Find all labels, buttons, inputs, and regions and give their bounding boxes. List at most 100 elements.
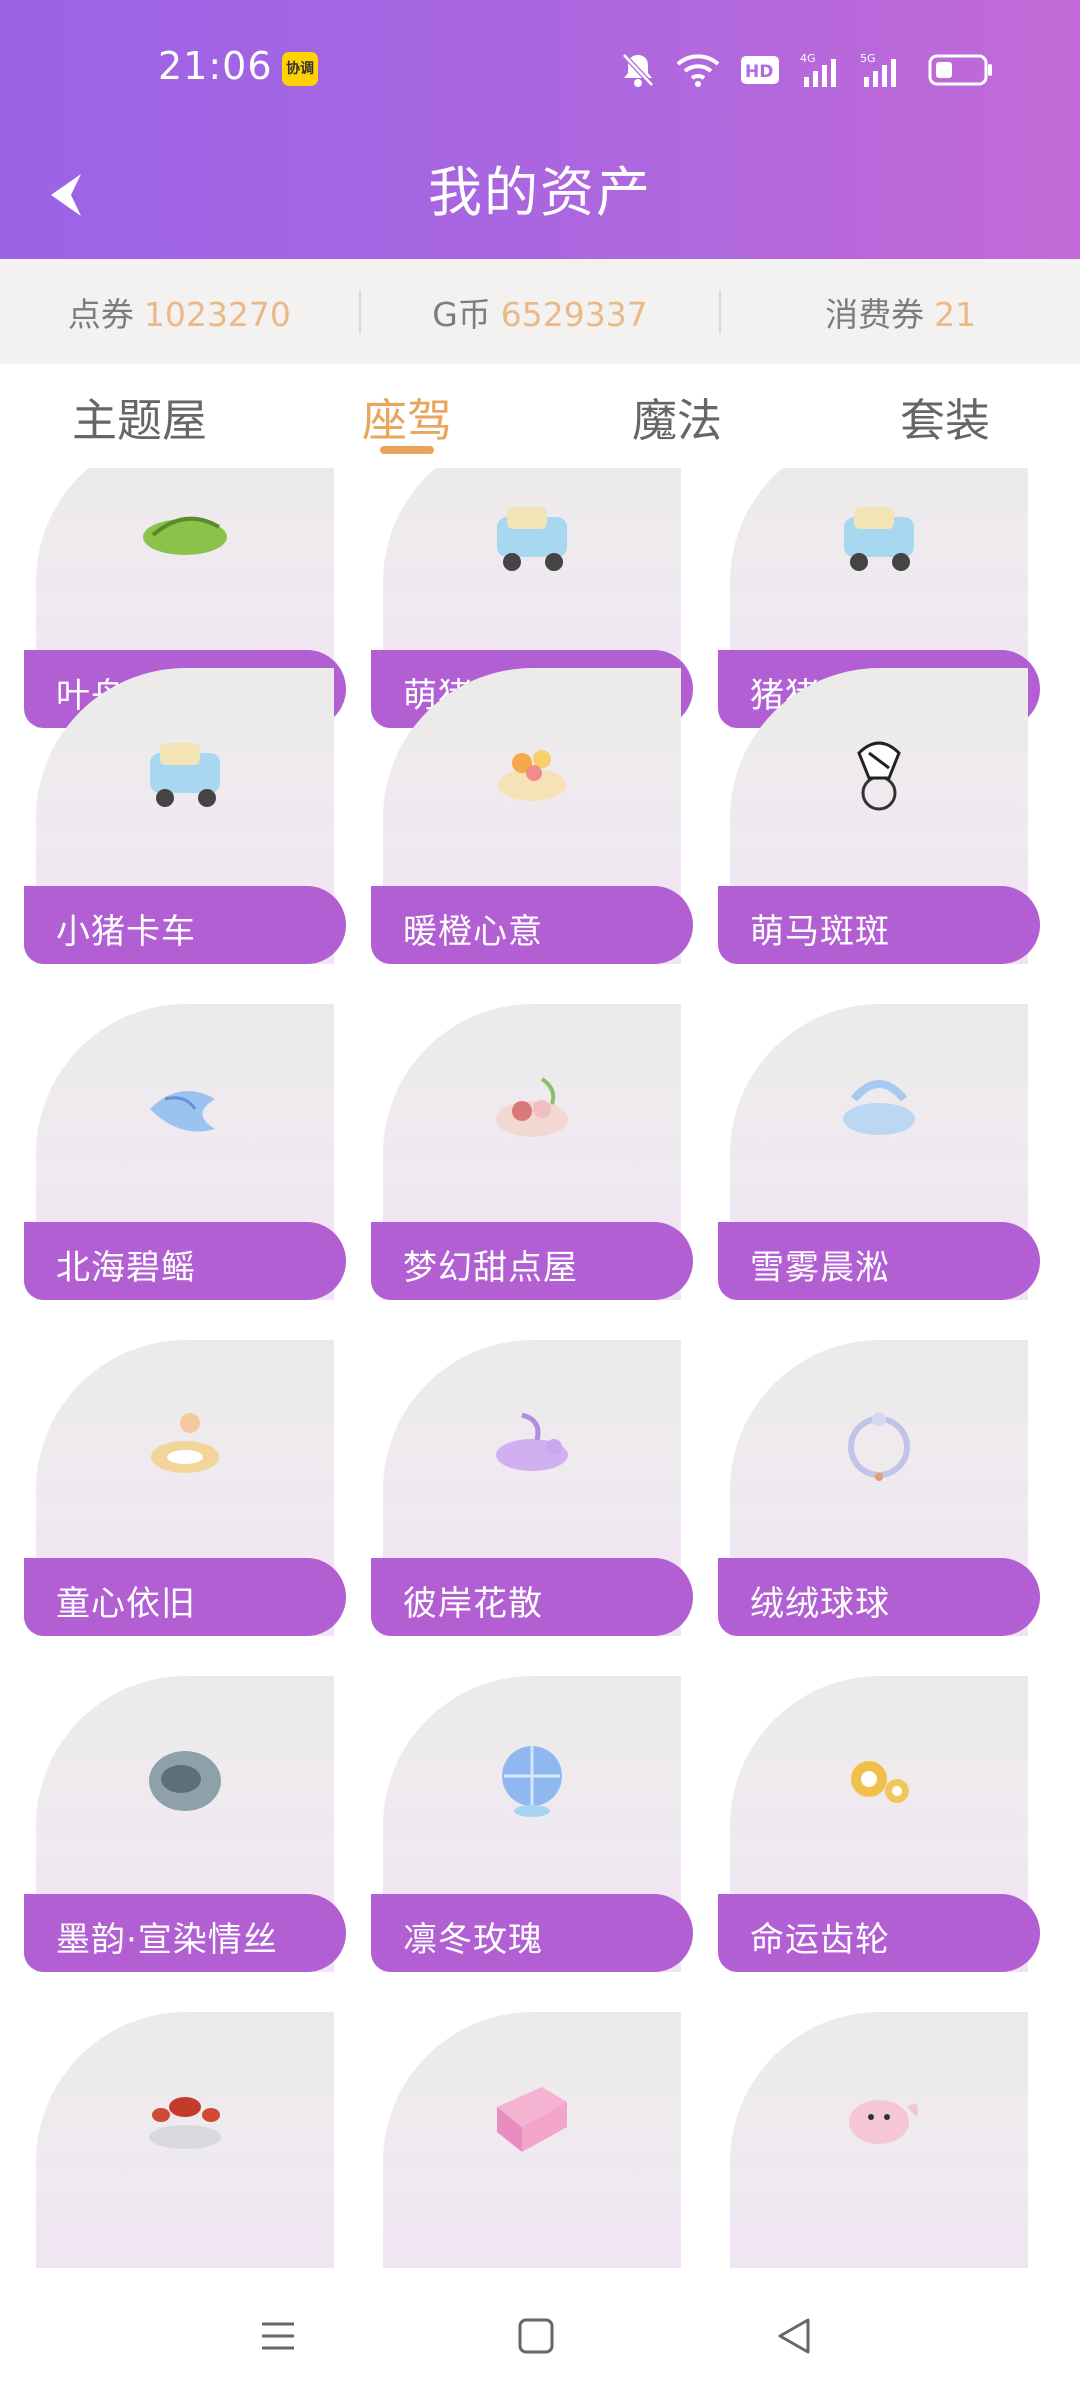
category-tabs: 主题屋 座驾 魔法 套装 (0, 364, 1080, 470)
ink-swirl-icon (149, 1751, 221, 1811)
card-label: 彼岸花散 (371, 1558, 693, 1636)
mount-card[interactable]: 小猪卡车 (24, 668, 346, 982)
currency-value: 21 (934, 294, 977, 334)
currency-label: 消费券 (825, 294, 925, 334)
home-square-icon (518, 2318, 554, 2354)
currency-voucher: 消费券 21 (721, 288, 1080, 336)
mount-card[interactable]: 童心依旧 (24, 1340, 346, 1654)
card-label: 萌马斑斑 (718, 886, 1040, 964)
pig-truck-icon (844, 507, 914, 571)
currency-gcoin: G币 6529337 (361, 288, 720, 336)
card-label: 凛冬玫瑰 (371, 1894, 693, 1972)
menu-icon (262, 2322, 294, 2350)
status-icons: HD 4G 5G (620, 48, 994, 92)
leaf-boat-icon (143, 516, 227, 555)
pink-room-icon (497, 2087, 567, 2152)
cloud-icon (843, 1080, 915, 1135)
mount-card[interactable]: 命运齿轮 (718, 1676, 1040, 1990)
card-label: 童心依旧 (24, 1558, 346, 1636)
app-notification-icon: 协调 (282, 52, 318, 86)
signal-5g-icon: 5G (860, 52, 896, 87)
back-triangle-icon (778, 2318, 810, 2354)
currency-label: G币 (432, 294, 491, 334)
pig-truck-icon (497, 507, 567, 571)
mount-card[interactable]: 北海碧鳐 (24, 1004, 346, 1318)
mount-card[interactable]: 凛冬玫瑰 (371, 1676, 693, 1990)
pig-truck-icon (150, 743, 220, 807)
card-name: 北海碧鳐 (56, 1248, 196, 1288)
fluffy-ball-icon (848, 1412, 910, 1481)
card-name: 凛冬玫瑰 (403, 1920, 543, 1960)
card-name: 梦幻甜点屋 (403, 1248, 578, 1288)
dessert-icon (496, 1077, 568, 1137)
card-label: 雪雾晨淞 (718, 1222, 1040, 1300)
tab-outfits[interactable]: 套装 (900, 384, 990, 449)
float-ring-icon (151, 1413, 219, 1473)
card-name: 命运齿轮 (750, 1920, 890, 1960)
currency-dianquan: 点券 1023270 (0, 288, 359, 336)
mount-card[interactable]: 彼岸花散 (371, 1340, 693, 1654)
card-name: 绒绒球球 (750, 1584, 890, 1624)
hd-voice-icon: HD (741, 56, 779, 84)
card-name: 童心依旧 (56, 1584, 196, 1624)
card-name: 彼岸花散 (403, 1584, 543, 1624)
currency-value: 1023270 (143, 294, 291, 334)
purple-flower-icon (496, 1412, 568, 1471)
signal-4g-icon: 4G (800, 52, 836, 87)
header: 21:06 协调 HD 4G 5G 我的资产 (0, 0, 1080, 259)
battery-icon (928, 54, 992, 86)
mount-card[interactable]: 梦幻甜点屋 (371, 1004, 693, 1318)
back-nav-button[interactable] (764, 2306, 824, 2366)
zebra-icon (857, 741, 901, 811)
app-root: 21:06 协调 HD 4G 5G 我的资产 点券 1023270 G币 652… (0, 0, 1080, 2400)
nav-bar: 我的资产 (0, 140, 1080, 259)
back-button[interactable] (30, 160, 100, 230)
mount-card[interactable]: 暖橙心意 (371, 668, 693, 982)
mount-card[interactable] (718, 2012, 1040, 2268)
back-arrow-icon (51, 174, 81, 216)
card-label: 梦幻甜点屋 (371, 1222, 693, 1300)
wifi-icon (676, 54, 720, 87)
tab-mounts[interactable]: 座驾 (362, 384, 452, 449)
mount-card[interactable] (24, 2012, 346, 2268)
gear-icon (851, 1761, 909, 1803)
mount-card[interactable]: 墨韵·宣染情丝 (24, 1676, 346, 1990)
active-tab-indicator (380, 446, 434, 454)
tab-theme-house[interactable]: 主题屋 (72, 384, 207, 449)
card-name: 墨韵·宣染情丝 (56, 1920, 278, 1960)
ice-globe-icon (502, 1746, 562, 1817)
card-name: 小猪卡车 (56, 912, 196, 952)
status-time: 21:06 (158, 44, 273, 88)
mute-bell-icon (622, 53, 654, 87)
svg-text:5G: 5G (860, 52, 876, 65)
card-label: 墨韵·宣染情丝 (24, 1894, 346, 1972)
menu-nav-button[interactable] (248, 2306, 308, 2366)
lantern-icon (149, 2097, 221, 2149)
card-label: 暖橙心意 (371, 886, 693, 964)
page-title: 我的资产 (428, 161, 652, 224)
blue-fish-icon (150, 1091, 215, 1132)
currency-value: 6529337 (500, 294, 648, 334)
mount-card[interactable]: 绒绒球球 (718, 1340, 1040, 1654)
card-name: 暖橙心意 (403, 912, 543, 952)
card-label: 北海碧鳐 (24, 1222, 346, 1300)
card-label: 命运齿轮 (718, 1894, 1040, 1972)
svg-text:4G: 4G (800, 52, 816, 65)
mount-card[interactable]: 雪雾晨淞 (718, 1004, 1040, 1318)
card-name: 雪雾晨淞 (750, 1248, 890, 1288)
currency-label: 点券 (67, 294, 134, 334)
currency-bar: 点券 1023270 G币 6529337 消费券 21 (0, 259, 1080, 364)
mount-card[interactable] (371, 2012, 693, 2268)
tab-magic[interactable]: 魔法 (632, 384, 722, 449)
item-grid: 叶舟飘摇萌猪卡车猪猪卡车小猪卡车暖橙心意萌马斑斑北海碧鳐梦幻甜点屋雪雾晨淞童心依… (0, 468, 1080, 2268)
orange-flower-icon (498, 750, 566, 801)
mount-card[interactable]: 萌马斑斑 (718, 668, 1040, 982)
card-label: 小猪卡车 (24, 886, 346, 964)
svg-text:HD: HD (745, 62, 773, 82)
status-bar: 21:06 协调 HD 4G 5G (0, 0, 1080, 140)
system-nav-bar (0, 2268, 1080, 2400)
card-label: 绒绒球球 (718, 1558, 1040, 1636)
card-name: 萌马斑斑 (750, 912, 890, 952)
home-nav-button[interactable] (506, 2306, 566, 2366)
pink-whale-icon (849, 2100, 918, 2144)
